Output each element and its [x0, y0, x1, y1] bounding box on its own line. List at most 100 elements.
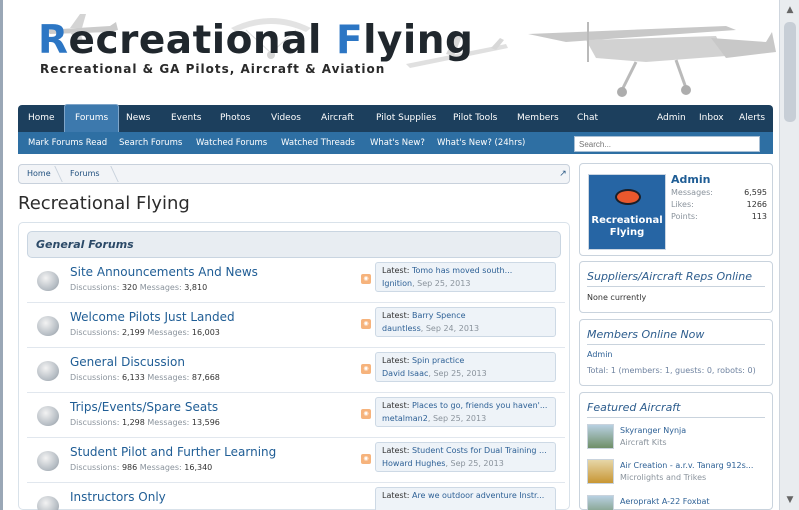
- forum-row: Site Announcements And News Discussions:…: [27, 259, 565, 303]
- forum-title[interactable]: General Discussion: [70, 355, 185, 369]
- rss-icon[interactable]: ◉: [361, 274, 371, 284]
- rss-icon[interactable]: ◉: [361, 364, 371, 374]
- forum-status-icon: [37, 451, 59, 471]
- latest-user-link[interactable]: metalman2: [382, 414, 428, 423]
- nav-events[interactable]: Events: [171, 105, 201, 132]
- latest-post: Latest: Tomo has moved south... Ignition…: [375, 262, 556, 292]
- latest-thread-link[interactable]: Spin practice: [412, 356, 464, 365]
- featured-item[interactable]: Skyranger Nynja Aircraft Kits: [587, 424, 765, 452]
- breadcrumb-forums[interactable]: Forums: [70, 165, 100, 183]
- subnav-watched-threads[interactable]: Watched Threads: [281, 132, 355, 154]
- main-nav: Home Forums News Events Photos Videos Ai…: [18, 104, 773, 132]
- scroll-up-icon[interactable]: ▲: [784, 4, 796, 16]
- block-text: None currently: [587, 293, 647, 302]
- aircraft-category[interactable]: Aircraft Kits: [620, 438, 667, 447]
- latest-user-link[interactable]: dauntless: [382, 324, 421, 333]
- forum-row: Trips/Events/Spare Seats Discussions: 1,…: [27, 394, 565, 438]
- nav-photos[interactable]: Photos: [220, 105, 250, 132]
- suppliers-online-block: Suppliers/Aircraft Reps Online None curr…: [579, 261, 773, 313]
- forum-title[interactable]: Student Pilot and Further Learning: [70, 445, 276, 459]
- forum-status-icon: [37, 361, 59, 381]
- avatar[interactable]: Recreational Flying: [588, 174, 666, 250]
- site-logo[interactable]: Recreational Flying: [38, 18, 473, 63]
- aircraft-name[interactable]: Air Creation - a.r.v. Tanarg 912s...: [620, 461, 753, 470]
- nav-home[interactable]: Home: [28, 105, 55, 132]
- forum-title[interactable]: Site Announcements And News: [70, 265, 258, 279]
- site-tagline: Recreational & GA Pilots, Aircraft & Avi…: [40, 62, 386, 76]
- nav-inbox[interactable]: Inbox: [699, 105, 724, 132]
- nav-news[interactable]: News: [126, 105, 150, 132]
- latest-thread-link[interactable]: Barry Spence: [412, 311, 466, 320]
- aircraft-name[interactable]: Skyranger Nynja: [620, 426, 686, 435]
- forum-list: General Forums Site Announcements And Ne…: [18, 222, 570, 510]
- user-stat: Points: 113: [671, 212, 767, 221]
- latest-thread-link[interactable]: Student Costs for Dual Training ...: [412, 446, 547, 455]
- latest-thread-link[interactable]: Places to go, friends you haven'...: [412, 401, 548, 410]
- featured-item[interactable]: Aeroprakt A-22 Foxbat: [587, 495, 765, 510]
- vertical-scrollbar[interactable]: ▲ ▼: [779, 0, 799, 510]
- online-summary: Total: 1 (members: 1, guests: 0, robots:…: [587, 366, 756, 375]
- nav-alerts[interactable]: Alerts: [739, 105, 765, 132]
- breadcrumb-separator: [101, 166, 119, 182]
- forum-row: Instructors Only Latest: Are we outdoor …: [27, 484, 565, 510]
- page-title: Recreational Flying: [18, 193, 190, 214]
- online-member-link[interactable]: Admin: [587, 350, 613, 359]
- subnav-watched-forums[interactable]: Watched Forums: [196, 132, 267, 154]
- nav-members[interactable]: Members: [517, 105, 559, 132]
- user-panel: Recreational Flying Admin Messages: 6,595…: [579, 163, 773, 256]
- latest-thread-link[interactable]: Tomo has moved south...: [412, 266, 512, 275]
- forum-status-icon: [37, 316, 59, 336]
- featured-item[interactable]: Air Creation - a.r.v. Tanarg 912s... Mic…: [587, 459, 765, 487]
- subnav-whats-new[interactable]: What's New?: [370, 132, 425, 154]
- section-header: General Forums: [27, 231, 561, 258]
- rss-icon[interactable]: ◉: [361, 319, 371, 329]
- forum-stats: Discussions: 6,133 Messages: 87,668: [70, 373, 220, 382]
- scroll-down-icon[interactable]: ▼: [784, 494, 796, 506]
- aircraft-category[interactable]: Microlights and Trikes: [620, 473, 706, 482]
- search-input[interactable]: [574, 136, 760, 152]
- forum-title[interactable]: Trips/Events/Spare Seats: [70, 400, 218, 414]
- user-name[interactable]: Admin: [671, 173, 710, 186]
- rss-icon[interactable]: ◉: [361, 409, 371, 419]
- browser-viewport: Recreational Flying Recreational & GA Pi…: [0, 0, 799, 510]
- subnav-mark-read[interactable]: Mark Forums Read: [28, 132, 107, 154]
- forum-stats: Discussions: 2,199 Messages: 16,003: [70, 328, 220, 337]
- forum-status-icon: [37, 406, 59, 426]
- aircraft-thumbnail[interactable]: [587, 495, 614, 510]
- latest-post: Latest: Barry Spence dauntless, Sep 24, …: [375, 307, 556, 337]
- nav-aircraft[interactable]: Aircraft: [321, 105, 354, 132]
- nav-pilot-supplies[interactable]: Pilot Supplies: [376, 105, 436, 132]
- rss-icon[interactable]: ◉: [361, 454, 371, 464]
- subnav-search-forums[interactable]: Search Forums: [119, 132, 182, 154]
- avatar-label: Recreational Flying: [591, 215, 663, 238]
- forum-status-icon: [37, 271, 59, 291]
- block-title: Suppliers/Aircraft Reps Online: [587, 270, 765, 287]
- nav-chat[interactable]: Chat: [577, 105, 598, 132]
- forum-stats: Discussions: 1,298 Messages: 13,596: [70, 418, 220, 427]
- nav-pilot-tools[interactable]: Pilot Tools: [453, 105, 497, 132]
- latest-user-link[interactable]: Howard Hughes: [382, 459, 445, 468]
- latest-user-link[interactable]: Ignition: [382, 279, 412, 288]
- forum-title[interactable]: Welcome Pilots Just Landed: [70, 310, 235, 324]
- aircraft-name[interactable]: Aeroprakt A-22 Foxbat: [620, 497, 710, 506]
- forum-title[interactable]: Instructors Only: [70, 490, 166, 504]
- latest-user-link[interactable]: David Isaac: [382, 369, 428, 378]
- block-title: Members Online Now: [587, 328, 765, 345]
- subnav-whats-new-24[interactable]: What's New? (24hrs): [437, 132, 525, 154]
- forum-row: Student Pilot and Further Learning Discu…: [27, 439, 565, 483]
- forum-stats: Discussions: 986 Messages: 16,340: [70, 463, 213, 472]
- aircraft-thumbnail[interactable]: [587, 424, 614, 449]
- logo-icon: [615, 189, 641, 205]
- aircraft-thumbnail[interactable]: [587, 459, 614, 484]
- expand-icon[interactable]: ↗: [556, 167, 570, 181]
- nav-videos[interactable]: Videos: [271, 105, 301, 132]
- scroll-thumb[interactable]: [784, 22, 796, 122]
- nav-admin[interactable]: Admin: [657, 105, 686, 132]
- forum-status-icon: [37, 496, 59, 510]
- latest-thread-link[interactable]: Are we outdoor adventure Instr...: [412, 491, 544, 500]
- nav-forums[interactable]: Forums: [64, 104, 120, 132]
- latest-post: Latest: Student Costs for Dual Training …: [375, 442, 556, 472]
- section-title[interactable]: General Forums: [36, 238, 134, 251]
- breadcrumb: Home Forums ↗: [18, 164, 570, 184]
- latest-post: Latest: Places to go, friends you haven'…: [375, 397, 556, 427]
